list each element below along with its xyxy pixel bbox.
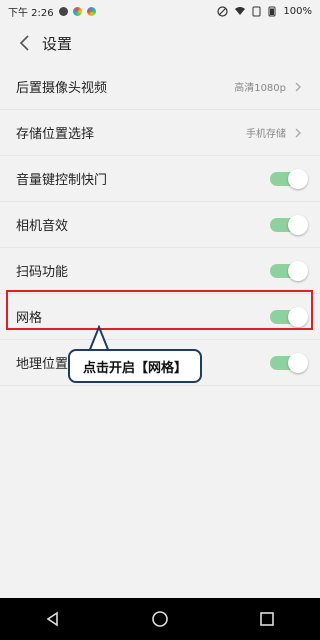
callout-tooltip: 点击开启【网格】 (68, 349, 202, 383)
nav-recents-button[interactable] (250, 602, 284, 636)
setting-volume-key-shutter: 音量键控制快门 (0, 156, 320, 202)
header: 设置 (0, 22, 320, 64)
camera-sound-toggle[interactable] (270, 214, 308, 235)
toggle-knob (288, 214, 308, 235)
toggle-knob (288, 352, 308, 373)
setting-label: 后置摄像头视频 (16, 81, 108, 96)
app-notification-icon-2 (86, 6, 96, 16)
toggle-knob (288, 168, 308, 189)
setting-label: 扫码功能 (16, 265, 69, 280)
callout-text: 点击开启【网格】 (82, 360, 187, 376)
setting-rear-camera-video[interactable]: 后置摄像头视频 高清1080p (0, 64, 320, 110)
setting-scan-code: 扫码功能 (0, 248, 320, 294)
setting-value: 手机存储 (246, 129, 286, 140)
setting-storage-location[interactable]: 存储位置选择 手机存储 (0, 110, 320, 156)
sim-icon (252, 6, 261, 16)
setting-label: 相机音效 (16, 219, 69, 234)
page-title: 设置 (42, 34, 73, 53)
status-time: 下午 2:26 (8, 7, 54, 19)
setting-label: 存储位置选择 (16, 127, 95, 142)
back-button[interactable] (12, 31, 36, 55)
setting-label: 地理位置 (16, 357, 69, 372)
nav-home-button[interactable] (143, 602, 177, 636)
scan-code-toggle[interactable] (270, 260, 308, 281)
app-notification-icon (72, 6, 82, 16)
setting-camera-sound: 相机音效 (0, 202, 320, 248)
wifi-icon (235, 7, 246, 15)
back-triangle-icon (46, 611, 59, 627)
do-not-disturb-icon (217, 5, 229, 17)
location-toggle[interactable] (270, 352, 308, 373)
nav-back-button[interactable] (36, 602, 70, 636)
home-circle-icon (152, 611, 168, 627)
volume-shutter-toggle[interactable] (270, 168, 308, 189)
battery-percent: 100% (283, 5, 312, 17)
notification-icon (58, 6, 68, 16)
chevron-right-icon (295, 128, 301, 137)
status-bar: 下午 2:26 100% (0, 0, 320, 22)
setting-label: 音量键控制快门 (16, 173, 108, 188)
grid-toggle[interactable] (270, 306, 308, 327)
battery-icon (268, 6, 276, 16)
toggle-knob (288, 260, 308, 281)
setting-grid: 网格 (0, 294, 320, 340)
settings-list: 后置摄像头视频 高清1080p 存储位置选择 手机存储 音量键控制快门 相机音效… (0, 64, 320, 386)
back-arrow-icon (19, 35, 29, 51)
toggle-knob (288, 306, 308, 327)
setting-label: 网格 (16, 311, 43, 326)
chevron-right-icon (295, 82, 301, 91)
navigation-bar (0, 598, 320, 640)
setting-value: 高清1080p (234, 83, 286, 94)
recents-square-icon (259, 612, 274, 626)
